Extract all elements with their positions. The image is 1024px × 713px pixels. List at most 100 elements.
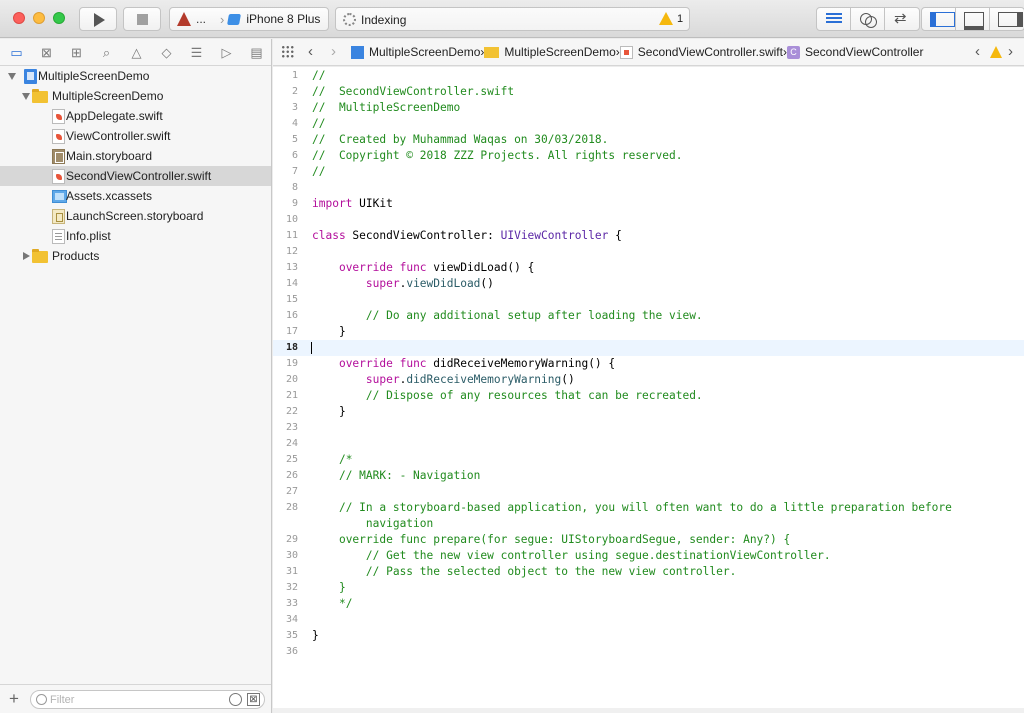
close-window-button[interactable]	[13, 12, 25, 24]
code-line[interactable]: 20 super.didReceiveMemoryWarning()	[273, 372, 1024, 388]
debug-list-icon[interactable]: ☰	[187, 45, 206, 60]
list-item-label: LaunchScreen.storyboard	[66, 209, 204, 223]
code-line[interactable]: 23	[273, 420, 1024, 436]
code-line[interactable]: 24	[273, 436, 1024, 452]
code-line[interactable]: 18	[273, 340, 1024, 356]
list-item[interactable]: LaunchScreen.storyboard	[0, 206, 271, 226]
warning-icon[interactable]	[659, 12, 673, 25]
list-item[interactable]: AppDelegate.swift	[0, 106, 271, 126]
test-diamond-icon[interactable]: ◇	[157, 45, 176, 60]
version-editor-button[interactable]	[885, 8, 919, 30]
list-item[interactable]: Products	[0, 246, 271, 266]
list-item-label: SecondViewController.swift	[66, 169, 212, 183]
list-item[interactable]: MultipleScreenDemo	[0, 86, 271, 106]
run-button[interactable]	[79, 7, 117, 31]
code-line[interactable]: 25 /*	[273, 452, 1024, 468]
filter-field[interactable]: ⊠	[30, 690, 265, 709]
class-icon: C	[786, 45, 800, 59]
code-line[interactable]: 26 // MARK: - Navigation	[273, 468, 1024, 484]
code-line[interactable]: 32 }	[273, 580, 1024, 596]
folder-icon[interactable]: ▭	[7, 45, 26, 60]
code-line[interactable]: 1 //	[273, 68, 1024, 84]
disclosure-closed-icon[interactable]	[23, 252, 30, 260]
code-line[interactable]: 5 // Created by Muhammad Waqas on 30/03/2…	[273, 132, 1024, 148]
list-item[interactable]: Assets.xcassets	[0, 186, 271, 206]
line-number: 35	[285, 630, 298, 641]
breadcrumb-item[interactable]: SecondViewController.swift	[619, 45, 783, 59]
warning-icon[interactable]	[990, 46, 1002, 58]
code-line[interactable]: 16 // Do any additional setup after load…	[273, 308, 1024, 324]
code-line[interactable]: 4 //	[273, 116, 1024, 132]
code-line[interactable]: 31 // Pass the selected object to the ne…	[273, 564, 1024, 580]
code-line[interactable]: 19 override func didReceiveMemoryWarning…	[273, 356, 1024, 372]
code-line[interactable]: 27	[273, 484, 1024, 500]
code-line[interactable]: 2 // SecondViewController.swift	[273, 84, 1024, 100]
code-line[interactable]: 3 // MultipleScreenDemo	[273, 100, 1024, 116]
breadcrumb-item[interactable]: MultipleScreenDemo	[351, 45, 480, 59]
assistant-editor-button[interactable]	[851, 8, 885, 30]
toggle-debug-area-button[interactable]	[956, 8, 990, 30]
code-line[interactable]: 12	[273, 244, 1024, 260]
scheme-selector[interactable]: ... › iPhone 8 Plus	[169, 7, 329, 31]
code-line[interactable]: 6 // Copyright © 2018 ZZZ Projects. All r…	[273, 148, 1024, 164]
toggle-navigator-button[interactable]	[922, 8, 956, 30]
report-bubble-icon[interactable]: ▤	[247, 45, 266, 60]
related-items-icon[interactable]	[281, 45, 294, 58]
minimize-window-button[interactable]	[33, 12, 45, 24]
disclosure-open-icon[interactable]	[22, 93, 30, 100]
code-text: /*	[338, 453, 353, 466]
list-item[interactable]: Info.plist	[0, 226, 271, 246]
standard-editor-button[interactable]	[817, 8, 851, 30]
previous-issue-icon[interactable]: ‹	[975, 43, 980, 60]
code-line[interactable]: 17 }	[273, 324, 1024, 340]
breadcrumb-label: MultipleScreenDemo	[369, 45, 481, 59]
list-item[interactable]: ViewController.swift	[0, 126, 271, 146]
disclosure-open-icon[interactable]	[8, 73, 16, 80]
code-line[interactable]: 9 import UIKit	[273, 196, 1024, 212]
code-line[interactable]: 36	[273, 644, 1024, 660]
code-line[interactable]: 13 override func viewDidLoad() {	[273, 260, 1024, 276]
filter-input[interactable]	[50, 692, 220, 707]
code-line[interactable]: 10	[273, 212, 1024, 228]
breadcrumb-item[interactable]: C SecondViewController	[786, 45, 923, 59]
toggle-utilities-button[interactable]	[990, 8, 1024, 30]
back-chevron-icon[interactable]: ‹	[308, 43, 313, 60]
line-number: 2	[291, 86, 298, 97]
line-number: 25	[285, 454, 298, 465]
code-line[interactable]: 21 // Dispose of any resources that can …	[273, 388, 1024, 404]
source-control-filter-icon[interactable]: ⊠	[247, 693, 260, 706]
search-icon[interactable]: ⌕	[97, 45, 116, 60]
breakpoint-icon[interactable]: ▷	[217, 45, 236, 60]
code-line[interactable]: 8	[273, 180, 1024, 196]
code-line[interactable]: 33 */	[273, 596, 1024, 612]
forward-chevron-icon[interactable]: ›	[331, 43, 336, 60]
list-item[interactable]: SecondViewController.swift	[0, 166, 271, 186]
list-item[interactable]: Main.storyboard	[0, 146, 271, 166]
code-line[interactable]: 35}	[273, 628, 1024, 644]
zoom-window-button[interactable]	[53, 12, 65, 24]
issue-warning-icon[interactable]: △	[127, 45, 146, 60]
list-item[interactable]: MultipleScreenDemo	[0, 66, 271, 86]
code-line[interactable]: navigation	[273, 516, 1024, 532]
activity-viewer[interactable]: Indexing 1	[335, 7, 690, 31]
code-line[interactable]: 34	[273, 612, 1024, 628]
breadcrumb-item[interactable]: MultipleScreenDemo	[484, 45, 616, 59]
code-line[interactable]: 30 // Get the new view controller using …	[273, 548, 1024, 564]
source-control-icon[interactable]: ⊠	[37, 45, 56, 60]
code-line[interactable]: 14 super.viewDidLoad()	[273, 276, 1024, 292]
code-text: //	[312, 165, 326, 178]
code-line[interactable]: 11 class SecondViewController: UIViewCont…	[273, 228, 1024, 244]
next-issue-icon[interactable]: ›	[1008, 43, 1013, 60]
line-number: 11	[285, 230, 298, 241]
code-line[interactable]: 15	[273, 292, 1024, 308]
code-line[interactable]: 29 override func prepare(for segue: UISt…	[273, 532, 1024, 548]
source-editor[interactable]: 1 // 2 // SecondViewController.swift 3 // Mul…	[273, 67, 1024, 713]
hierarchy-icon[interactable]: ⊞	[67, 45, 86, 60]
code-line[interactable]: 28 // In a storyboard-based application,…	[273, 500, 1024, 516]
recent-files-icon[interactable]	[229, 693, 242, 706]
add-file-button[interactable]: +	[9, 689, 19, 709]
code-line[interactable]: 7 //	[273, 164, 1024, 180]
line-number: 1	[291, 70, 298, 81]
code-line[interactable]: 22 }	[273, 404, 1024, 420]
stop-button[interactable]	[123, 7, 161, 31]
